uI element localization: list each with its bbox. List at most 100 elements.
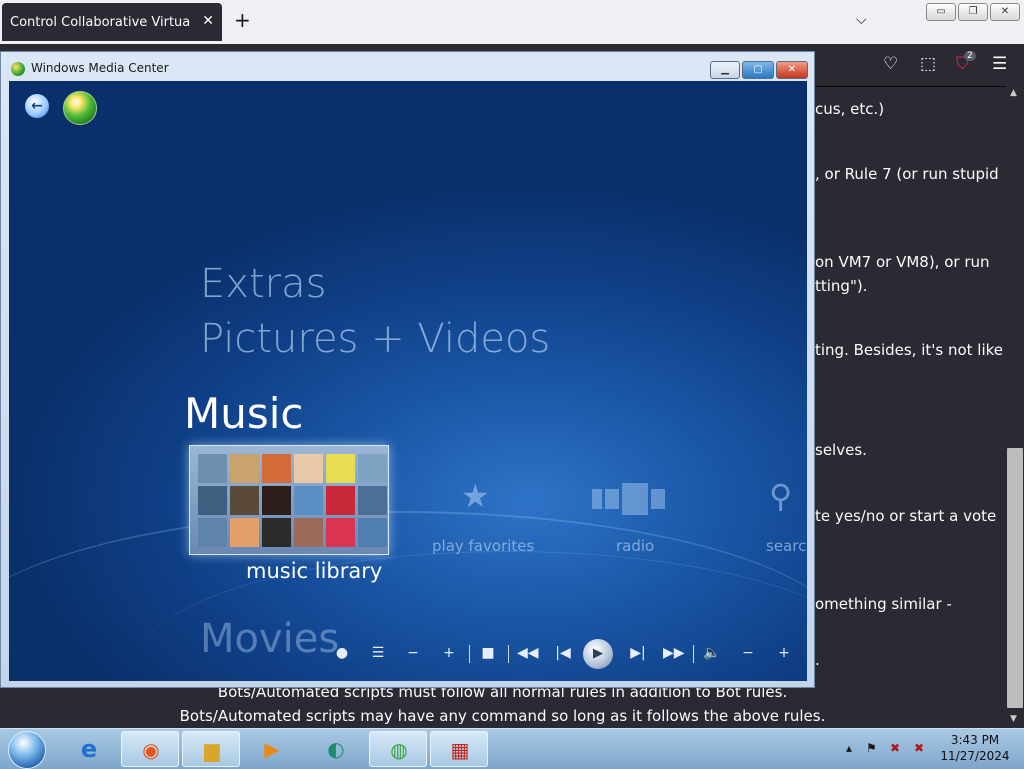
separator — [508, 645, 509, 663]
tab-title: Control Collaborative Virtual Machi — [10, 15, 190, 30]
album-cover — [198, 518, 227, 547]
browser-restore-button[interactable]: ❐ — [958, 3, 988, 21]
play-favorites-label[interactable]: play favorites — [432, 537, 534, 555]
network-icon[interactable]: ✖ — [890, 741, 900, 755]
taskbar-windows-media-center[interactable]: ◍ — [369, 731, 427, 767]
next-icon[interactable]: ▶| — [628, 645, 648, 661]
volume-up-icon[interactable]: + — [774, 645, 794, 661]
search-label[interactable]: search — [766, 537, 807, 555]
page-text-line: selves. — [815, 441, 867, 459]
page-text-line: tting"). — [815, 277, 868, 295]
media-center-icon: ◐ — [327, 737, 345, 761]
minimize-button[interactable]: ▁ — [710, 61, 740, 79]
windows-media-center-active-icon: ◍ — [390, 738, 408, 762]
close-button[interactable]: ✕ — [776, 61, 808, 79]
previous-icon[interactable]: |◀ — [553, 645, 573, 661]
page-text-line: , or Rule 7 (or run stupid — [815, 165, 999, 183]
taskbar-media-center[interactable]: ◐ — [307, 731, 365, 767]
album-cover — [326, 518, 355, 547]
action-center-icon[interactable]: ⚑ — [866, 741, 877, 755]
album-cover — [262, 454, 291, 483]
channel-down-icon[interactable]: − — [403, 645, 423, 661]
radio-icon[interactable] — [651, 489, 665, 509]
window-title: Windows Media Center — [31, 61, 169, 75]
guide-icon[interactable]: ☰ — [368, 645, 388, 661]
radio-label[interactable]: radio — [616, 537, 654, 555]
page-text-line: Bots/Automated scripts may have any comm… — [179, 707, 826, 725]
browser-minimize-button[interactable]: ▭ — [926, 3, 956, 21]
browser-close-button[interactable]: ✕ — [990, 3, 1020, 21]
album-cover — [230, 518, 259, 547]
tab-list-icon[interactable]: ⌵ — [856, 12, 867, 28]
volume-icon[interactable]: ✖ — [914, 741, 924, 755]
explorer-icon: ▆ — [204, 738, 220, 762]
mute-icon[interactable]: 🔈 — [702, 645, 722, 661]
album-cover — [358, 518, 387, 547]
album-cover — [294, 486, 323, 515]
ublock-badge: 2 — [964, 51, 976, 61]
menu-icon[interactable]: ☰ — [992, 54, 1007, 74]
album-cover — [358, 486, 387, 515]
start-orb-icon[interactable] — [63, 91, 97, 125]
clock-date: 11/27/2024 — [940, 749, 1010, 763]
album-cover — [198, 454, 227, 483]
menu-item-music[interactable]: Music — [184, 389, 304, 438]
menu-item-movies[interactable]: Movies — [200, 616, 339, 662]
new-tab-button[interactable]: + — [234, 10, 251, 30]
music-library-label: music library — [246, 559, 383, 583]
album-cover — [326, 486, 355, 515]
menu-item-extras[interactable]: Extras — [200, 261, 326, 307]
menu-item-pictures-videos[interactable]: Pictures + Videos — [200, 316, 550, 362]
play-icon[interactable]: ▶ — [583, 639, 613, 669]
album-cover — [326, 454, 355, 483]
firefox-icon: ◉ — [142, 738, 160, 762]
separator — [469, 645, 470, 663]
taskbar-media-player[interactable]: ▶ — [243, 731, 301, 767]
maximize-button[interactable]: ▢ — [742, 61, 774, 79]
music-library-tile[interactable] — [189, 445, 389, 555]
record-icon[interactable]: ● — [332, 645, 352, 661]
radio-icon[interactable] — [622, 483, 648, 515]
fast-forward-icon[interactable]: ▶▶ — [663, 645, 685, 661]
search-icon[interactable]: ⚲ — [769, 477, 792, 515]
taskbar-firefox[interactable]: ◉ — [121, 731, 179, 767]
album-cover — [230, 454, 259, 483]
media-center-stage: ← Extras Pictures + Videos Music Movies … — [9, 81, 807, 681]
scroll-down-icon[interactable]: ▼ — [1010, 714, 1017, 724]
back-arrow-icon[interactable]: ← — [25, 94, 49, 118]
album-cover — [294, 518, 323, 547]
channel-up-icon[interactable]: + — [439, 645, 459, 661]
scrollbar-thumb[interactable] — [1007, 448, 1023, 708]
taskbar-explorer[interactable]: ▆ — [182, 731, 240, 767]
separator — [693, 645, 694, 663]
tab-close-icon[interactable]: ✕ — [202, 13, 214, 29]
page-text-line: . — [815, 651, 820, 669]
album-cover — [294, 454, 323, 483]
radio-icon[interactable] — [592, 489, 602, 509]
media-center-window: Windows Media Center ▁ ▢ ✕ ← Extras Pict… — [0, 51, 815, 688]
album-cover — [230, 486, 259, 515]
rewind-icon[interactable]: ◀◀ — [517, 645, 539, 661]
browser-tab[interactable]: Control Collaborative Virtual Machi ✕ — [2, 3, 222, 41]
pocket-icon[interactable]: ♡ — [883, 54, 898, 74]
show-hidden-icons-icon[interactable]: ▴ — [846, 741, 852, 755]
taskbar-internet-explorer[interactable]: e — [60, 731, 118, 767]
album-cover — [262, 518, 291, 547]
album-art-grid — [198, 454, 387, 547]
page-text-line: omething similar - — [815, 595, 952, 613]
page-text-line: on VM7 or VM8), or run — [815, 253, 990, 271]
scroll-up-icon[interactable]: ▲ — [1010, 88, 1017, 98]
page-text-line: te yes/no or start a vote — [815, 507, 997, 525]
album-cover — [262, 486, 291, 515]
stop-icon[interactable]: ■ — [478, 645, 498, 661]
radio-icon[interactable] — [605, 489, 619, 509]
system-clock[interactable]: 3:43 PM 11/27/2024 — [940, 732, 1010, 764]
extensions-icon[interactable]: ⬚ — [920, 54, 936, 74]
volume-down-icon[interactable]: − — [738, 645, 758, 661]
album-cover — [198, 486, 227, 515]
taskbar-toolbox[interactable]: ▦ — [430, 731, 488, 767]
page-text-line: ting. Besides, it's not like — [815, 341, 1004, 359]
star-icon[interactable]: ★ — [461, 477, 490, 515]
browser-tab-bar: Control Collaborative Virtual Machi ✕ + … — [0, 0, 1024, 44]
start-button[interactable] — [8, 731, 46, 769]
